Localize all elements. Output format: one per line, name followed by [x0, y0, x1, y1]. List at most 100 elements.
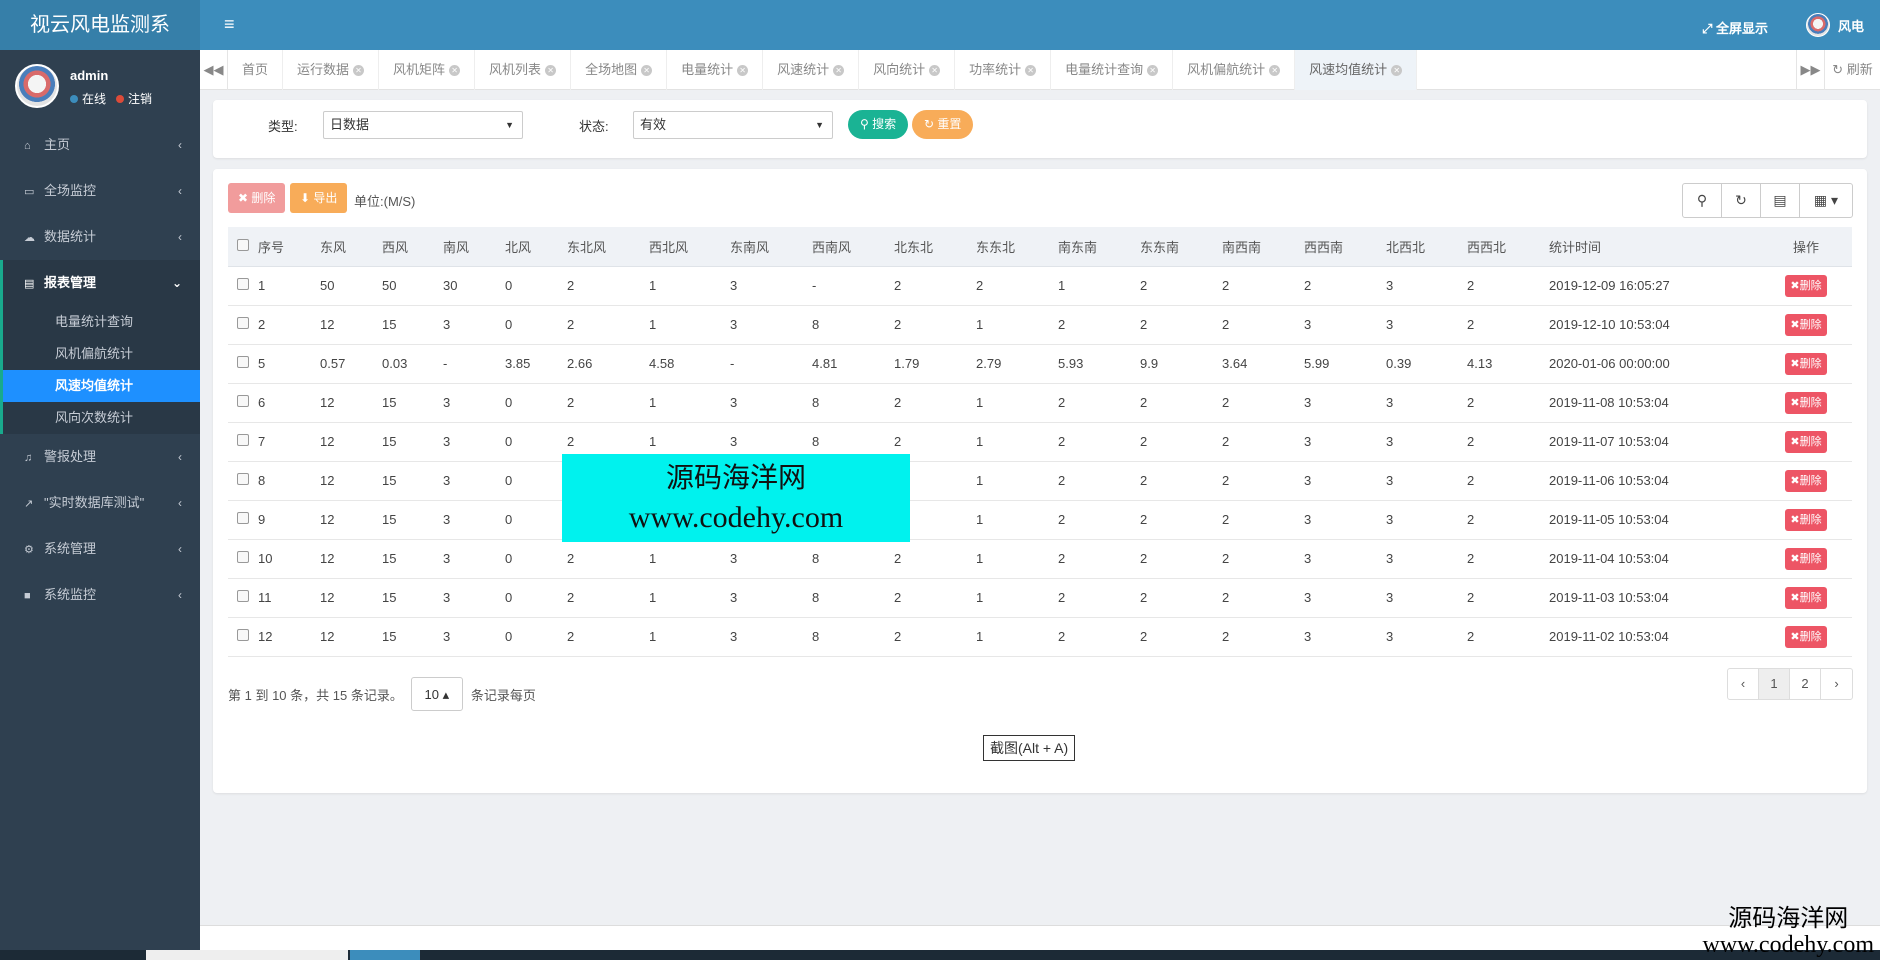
- close-icon[interactable]: ✕: [1025, 65, 1037, 77]
- toggle-view-icon[interactable]: ▤: [1761, 184, 1800, 217]
- sidebar-subitem-wind-direction-count[interactable]: 风向次数统计: [3, 402, 200, 434]
- tab-turbine-list[interactable]: 风机列表 ✕: [475, 50, 572, 90]
- row-delete-button[interactable]: ✖删除: [1785, 391, 1827, 414]
- table-row[interactable]: 5 0.57 0.03-3.85 2.66 4.58-4.81 1.79 2.79 5.93 9…: [228, 344, 1852, 384]
- top-user-menu[interactable]: 风电: [1805, 13, 1864, 37]
- tab-scroll-left-icon[interactable]: ◀◀: [200, 50, 228, 90]
- sidebar-item-reports[interactable]: ▤ 报表管理 ⌄: [0, 260, 200, 306]
- row-delete-button[interactable]: ✖删除: [1785, 508, 1827, 531]
- status-select[interactable]: 有效 ▼: [633, 111, 833, 139]
- col-header[interactable]: 南西南: [1222, 227, 1304, 267]
- close-icon[interactable]: ✕: [737, 65, 749, 77]
- tab-run-data[interactable]: 运行数据 ✕: [283, 50, 380, 90]
- page-2-button[interactable]: 2: [1790, 669, 1821, 699]
- menu-toggle-icon[interactable]: ≡: [224, 14, 235, 35]
- search-button[interactable]: ⚲ 搜索: [848, 110, 909, 139]
- col-header[interactable]: 北东北: [894, 227, 976, 267]
- sidebar-subitem-power-query[interactable]: 电量统计查询: [3, 306, 200, 338]
- close-icon[interactable]: ✕: [1269, 65, 1281, 77]
- sidebar-item-alarms[interactable]: ♫ 警报处理 ‹: [0, 434, 200, 480]
- col-header[interactable]: 东风: [320, 227, 382, 267]
- col-header[interactable]: 西西北: [1467, 227, 1549, 267]
- table-row[interactable]: 10 12 15 3 0 2 1 3 8 2 1 2 2 2 3 3 2 2019-11-04 10:53:04 ✖…: [228, 539, 1852, 579]
- table-row[interactable]: 2 12 15 3 0 2 1 3 8 2 1 2 2 2 3 3 2 2019-12-10 10:53:04 ✖删…: [228, 305, 1852, 345]
- sidebar-item-realtime-db[interactable]: ↗ "实时数据库测试" ‹: [0, 480, 200, 526]
- table-row[interactable]: 7 12 15 3 0 2 1 3 8 2 1 2 2 2 3 3 2 2019-11-07 10:53:04 ✖删…: [228, 422, 1852, 462]
- col-header[interactable]: 东东北: [976, 227, 1058, 267]
- refresh-icon[interactable]: ↻: [1722, 184, 1761, 217]
- row-checkbox[interactable]: [228, 422, 258, 462]
- next-page-button[interactable]: ›: [1821, 669, 1852, 699]
- col-header[interactable]: 东北风: [567, 227, 649, 267]
- close-icon[interactable]: ✕: [545, 65, 557, 77]
- col-header[interactable]: 序号: [258, 227, 320, 267]
- tab-turbine-matrix[interactable]: 风机矩阵 ✕: [379, 50, 476, 90]
- tab-scroll-right-icon[interactable]: ▶▶: [1796, 50, 1824, 90]
- bulk-delete-button[interactable]: ✖ 删除: [228, 183, 286, 213]
- table-row[interactable]: 1 50 50 30 0 2 1 3-2 2 1 2 2 2 3 2 2019-12-09 16:05:27 ✖…: [228, 266, 1852, 306]
- table-row[interactable]: 81215302138212223322019-11-06 10:53:04✖删…: [228, 461, 1852, 501]
- sidebar-item-site-monitor[interactable]: ▭ 全场监控 ‹: [0, 168, 200, 214]
- select-all-checkbox[interactable]: [228, 227, 258, 267]
- close-icon[interactable]: ✕: [1147, 65, 1159, 77]
- search-icon[interactable]: ⚲: [1683, 184, 1722, 217]
- sidebar-item-system-monitor[interactable]: ■ 系统监控 ‹: [0, 572, 200, 618]
- tab-wind-speed-avg[interactable]: 风速均值统计 ✕: [1295, 50, 1418, 90]
- prev-page-button[interactable]: ‹: [1728, 669, 1759, 699]
- col-header[interactable]: 东南风: [730, 227, 812, 267]
- tab-wind-direction-stats[interactable]: 风向统计 ✕: [859, 50, 956, 90]
- tab-home[interactable]: 首页: [228, 50, 284, 90]
- export-button[interactable]: ⬇ 导出: [290, 183, 348, 213]
- table-row[interactable]: 11 12 15 3 0 2 1 3 8 2 1 2 2 2 3 3 2 2019-11-03 10:53:04 ✖…: [228, 578, 1852, 618]
- close-icon[interactable]: ✕: [449, 65, 461, 77]
- columns-icon[interactable]: ▦ ▾: [1800, 184, 1852, 217]
- row-delete-button[interactable]: ✖删除: [1785, 313, 1827, 336]
- row-checkbox[interactable]: [228, 461, 258, 501]
- table-row[interactable]: 6 12 15 3 0 2 1 3 8 2 1 2 2 2 3 3 2 2019-11-08 10:53:04 ✖删…: [228, 383, 1852, 423]
- page-size-select[interactable]: 10 ▴: [410, 677, 463, 711]
- row-delete-button[interactable]: ✖删除: [1785, 547, 1827, 570]
- col-header[interactable]: 北风: [505, 227, 567, 267]
- table-row[interactable]: 12 12 15 3 0 2 1 3 8 2 1 2 2 2 3 3 2 2019-11-02 10:53:04 ✖…: [228, 617, 1852, 657]
- tab-site-map[interactable]: 全场地图 ✕: [571, 50, 668, 90]
- type-select[interactable]: 日数据 ▼: [323, 111, 523, 139]
- reset-button[interactable]: ↻ 重置: [912, 110, 974, 139]
- fullscreen-button[interactable]: ⤢ 全屏显示: [1702, 18, 1768, 37]
- taskbar-item[interactable]: [146, 950, 348, 960]
- col-header[interactable]: 西北风: [649, 227, 730, 267]
- row-checkbox[interactable]: [228, 344, 258, 384]
- col-header[interactable]: 东东南: [1140, 227, 1222, 267]
- close-icon[interactable]: ✕: [929, 65, 941, 77]
- logout-link[interactable]: 注销: [116, 90, 152, 107]
- sidebar-subitem-wind-speed-avg[interactable]: 风速均值统计: [3, 370, 200, 402]
- refresh-button[interactable]: ↻ 刷新: [1824, 50, 1880, 90]
- col-header[interactable]: 西南风: [812, 227, 894, 267]
- row-checkbox[interactable]: [228, 500, 258, 540]
- tab-wind-speed-stats[interactable]: 风速统计 ✕: [763, 50, 860, 90]
- close-icon[interactable]: ✕: [833, 65, 845, 77]
- tab-yaw-stats[interactable]: 风机偏航统计 ✕: [1173, 50, 1296, 90]
- page-1-button[interactable]: 1: [1759, 669, 1790, 699]
- row-checkbox[interactable]: [228, 266, 258, 306]
- close-icon[interactable]: ✕: [641, 65, 653, 77]
- row-checkbox[interactable]: [228, 305, 258, 345]
- row-checkbox[interactable]: [228, 539, 258, 579]
- col-header[interactable]: 西风: [382, 227, 443, 267]
- col-header[interactable]: 统计时间: [1549, 227, 1760, 267]
- sidebar-item-system-admin[interactable]: ⚙ 系统管理 ‹: [0, 526, 200, 572]
- table-row[interactable]: 91215302138212223322019-11-05 10:53:04✖删…: [228, 500, 1852, 540]
- tab-power-stats[interactable]: 电量统计 ✕: [667, 50, 764, 90]
- col-header[interactable]: 南风: [443, 227, 505, 267]
- close-icon[interactable]: ✕: [1391, 65, 1403, 77]
- row-delete-button[interactable]: ✖删除: [1785, 352, 1827, 375]
- close-icon[interactable]: ✕: [353, 65, 365, 77]
- row-delete-button[interactable]: ✖删除: [1785, 274, 1827, 297]
- col-header[interactable]: 北西北: [1386, 227, 1467, 267]
- tab-output-stats[interactable]: 功率统计 ✕: [955, 50, 1052, 90]
- sidebar-subitem-yaw-stats[interactable]: 风机偏航统计: [3, 338, 200, 370]
- row-checkbox[interactable]: [228, 617, 258, 657]
- row-delete-button[interactable]: ✖删除: [1785, 430, 1827, 453]
- sidebar-item-data-stats[interactable]: ☁ 数据统计 ‹: [0, 214, 200, 260]
- col-header[interactable]: 南东南: [1058, 227, 1140, 267]
- tab-power-query[interactable]: 电量统计查询 ✕: [1051, 50, 1174, 90]
